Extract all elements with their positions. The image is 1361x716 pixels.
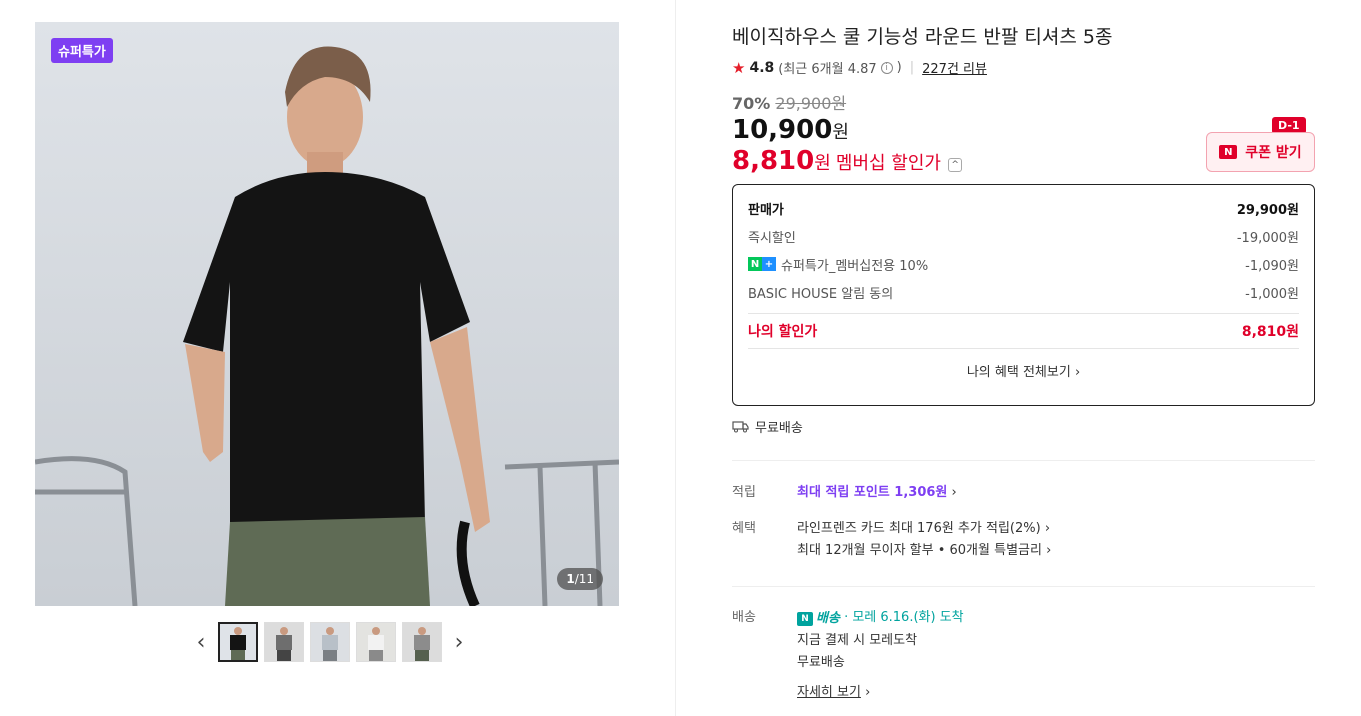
benefits-row: 혜택 라인프렌즈 카드 최대 176원 추가 적립(2%) › 최대 12개월 … [732,518,1051,562]
breakdown-row: BASIC HOUSE 알림 동의 -1,000원 [748,278,1299,306]
breakdown-label: 즉시할인 [748,230,796,246]
view-all-label: 나의 혜택 전체보기 [966,365,1071,380]
delivery-row: 배송 N 배송 · 모레 6.16.(화) 도착 지금 결제 시 모레도착 무료배… [732,607,964,704]
thumbnail-3[interactable] [310,622,350,662]
pager-current: 1 [566,572,575,586]
points-link[interactable]: 최대 적립 포인트 1,306원 › [797,482,957,504]
recent-rating-suffix: ) [896,60,902,75]
breakdown-value: -1,000원 [1245,286,1299,302]
thumbnail-5[interactable] [402,622,442,662]
naver-delivery-label: 배송 [816,611,840,626]
arrival-date: 모레 6.16.(화) 도착 [852,610,964,625]
product-gallery: 슈퍼특가 1/11 ‹ › [0,0,675,716]
free-shipping: 무료배송 [732,417,803,436]
price-breakdown-box: 판매가 29,900원 즉시할인 -19,000원 N + 슈퍼특가_멤버십전용 … [732,184,1315,406]
n-logo-icon: N [1219,145,1238,159]
separator: | [909,60,915,75]
benefit-installment-link[interactable]: 최대 12개월 무이자 할부 • 60개월 특별금리 › [797,540,1051,562]
benefit-installment-text: 최대 12개월 무이자 할부 • 60개월 특별금리 [797,543,1042,558]
my-discount-label: 나의 할인가 [748,324,818,340]
thumbnail-1[interactable] [218,622,258,662]
rating-row: ★ 4.8 (최근 6개월 4.87 i ) | 227건 리뷰 [732,58,987,78]
points-value: 최대 적립 포인트 1,306원 [797,485,948,500]
delivery-free: 무료배송 [797,655,845,670]
chevron-right-icon[interactable]: › [448,622,470,662]
member-price: 8,810 [732,146,815,176]
benefits-key: 혜택 [732,521,756,536]
naver-plus-icon: N + [748,257,776,271]
info-icon[interactable]: i [880,61,893,74]
coupon-label: 쿠폰 받기 [1245,145,1302,161]
benefit-card-link[interactable]: 라인프렌즈 카드 최대 176원 추가 적립(2%) › [797,518,1051,540]
points-row: 적립 최대 적립 포인트 1,306원 › [732,482,957,504]
breakdown-label: 슈퍼특가_멤버십전용 10% [781,258,929,274]
coupon-button[interactable]: N 쿠폰 받기 [1206,132,1315,172]
recent-rating-prefix: (최근 6개월 4.87 [778,62,877,77]
thumbnail-2[interactable] [264,622,304,662]
chevron-right-icon: › [1046,543,1052,558]
price-unit: 원 [832,122,849,143]
delivery-detail-link[interactable]: 자세히 보기 › [797,682,964,704]
points-key: 적립 [732,485,756,500]
breakdown-label: 판매가 [748,202,784,218]
breakdown-value: -1,090원 [1245,258,1299,274]
discount-row: 70% 29,900원 [732,90,846,114]
main-product-image[interactable]: 슈퍼특가 1/11 [35,22,619,606]
truck-icon [732,421,749,433]
chevron-left-icon[interactable]: ‹ [190,622,212,662]
member-price-label: 멤버십 할인가 [835,153,941,174]
member-price-unit: 원 [814,153,831,174]
divider [732,586,1315,587]
super-deal-badge: 슈퍼특가 [51,38,113,63]
delivery-note: 지금 결제 시 모레도착 [797,633,918,648]
star-icon: ★ [732,58,746,77]
chevron-right-icon: › [865,685,871,700]
original-price: 29,900원 [775,94,847,113]
breakdown-row: N + 슈퍼특가_멤버십전용 10% -1,090원 [748,250,1299,278]
delivery-detail-label: 자세히 보기 [797,685,861,700]
n-delivery-icon: N [797,612,813,626]
chevron-right-icon: › [951,485,957,500]
my-discount-value: 8,810원 [1241,324,1299,340]
column-divider [675,0,676,716]
product-title: 베이직하우스 쿨 기능성 라운드 반팔 티셔츠 5종 [732,26,1113,48]
member-price-row: 8,810원 멤버십 할인가 ^ [732,146,963,176]
chevron-right-icon: › [1074,365,1081,380]
discount-percent: 70% [732,94,771,113]
rating-value: 4.8 [749,59,775,76]
thumbnail-strip: ‹ › [190,620,470,664]
divider [732,460,1315,461]
price-row: 10,900원 [732,115,849,145]
breakdown-label: BASIC HOUSE 알림 동의 [748,286,894,302]
delivery-key: 배송 [732,610,756,625]
pager-total: /11 [574,572,594,586]
breakdown-value: -19,000원 [1236,230,1299,246]
view-all-benefits-link[interactable]: 나의 혜택 전체보기 › [748,349,1299,395]
chevron-up-icon[interactable]: ^ [948,157,963,172]
breakdown-value: 29,900원 [1236,202,1299,218]
benefit-card-text: 라인프렌즈 카드 최대 176원 추가 적립(2%) [797,521,1041,536]
reviews-link[interactable]: 227건 리뷰 [922,58,987,77]
my-discount-row: 나의 할인가 8,810원 [748,314,1299,348]
breakdown-row: 판매가 29,900원 [748,194,1299,222]
thumbnail-4[interactable] [356,622,396,662]
breakdown-row: 즉시할인 -19,000원 [748,222,1299,250]
image-pager: 1/11 [557,568,603,590]
sale-price: 10,900 [732,115,833,145]
naver-delivery-badge: N 배송 [797,608,840,630]
chevron-right-icon: › [1044,521,1051,536]
free-shipping-label: 무료배송 [755,421,803,436]
